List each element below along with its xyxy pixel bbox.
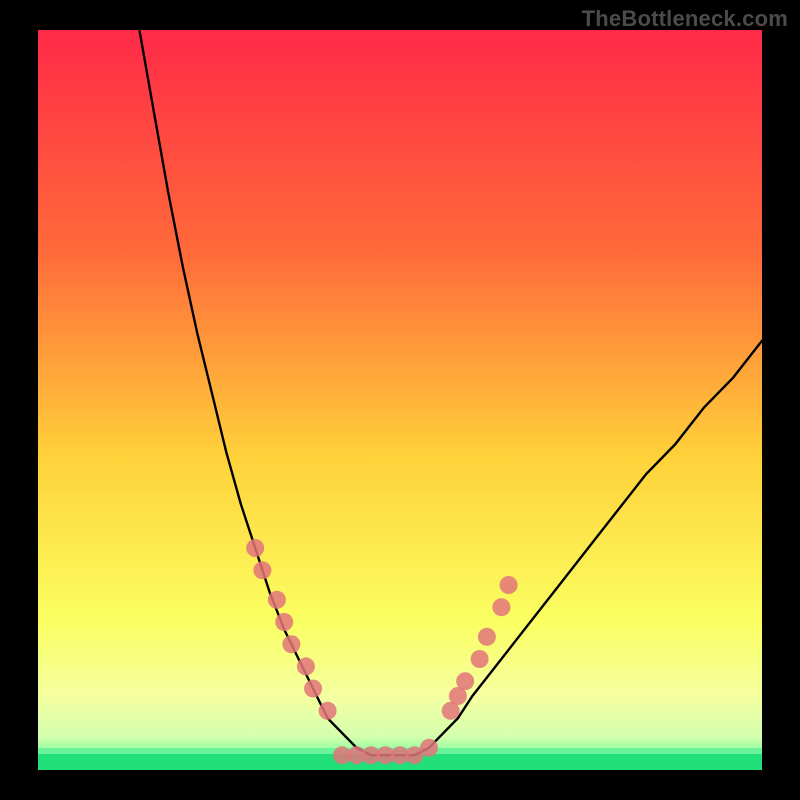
sample-dot	[500, 576, 518, 594]
sample-dot	[275, 613, 293, 631]
plot-area	[38, 30, 762, 770]
sample-dot	[253, 561, 271, 579]
sample-dot	[456, 672, 474, 690]
sample-dot	[304, 680, 322, 698]
chart-svg	[0, 0, 800, 800]
sample-dot	[492, 598, 510, 616]
sample-dot	[297, 657, 315, 675]
sample-dot	[420, 739, 438, 757]
sample-dot	[268, 591, 286, 609]
sample-dot	[319, 702, 337, 720]
sample-dot	[246, 539, 264, 557]
sample-dot	[478, 628, 496, 646]
sample-dot	[282, 635, 300, 653]
chart-stage: TheBottleneck.com	[0, 0, 800, 800]
sample-dot	[471, 650, 489, 668]
